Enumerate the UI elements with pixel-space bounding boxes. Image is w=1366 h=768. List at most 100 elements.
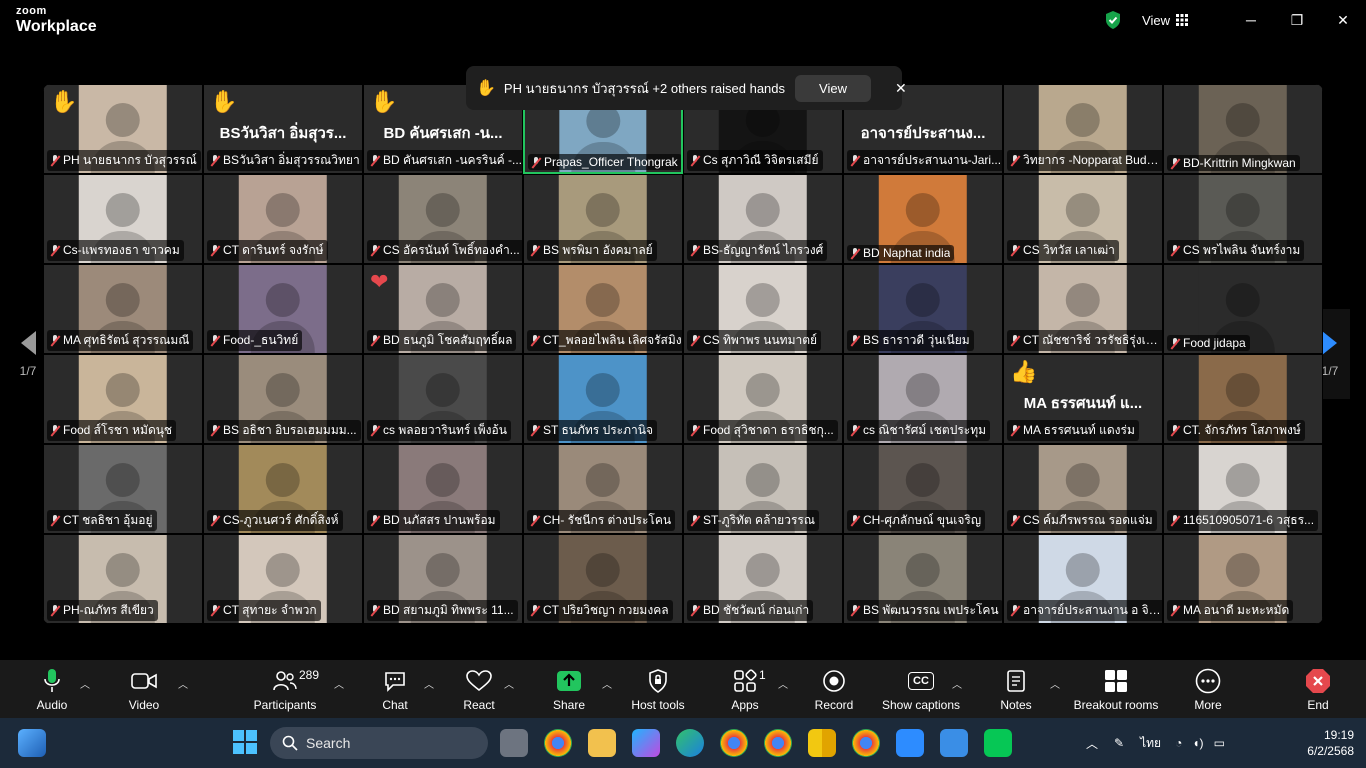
end-meeting-button[interactable]: End [1300,668,1336,712]
participant-tile[interactable]: CH-ศุภลักษณ์ ขุนเจริญ [843,444,1003,534]
raised-hands-view-button[interactable]: View [795,74,871,102]
participants-options-caret[interactable]: ︿ [334,676,344,691]
participants-button[interactable]: 289 Participants [254,668,319,712]
participant-tile[interactable]: BD นภัสสร ปานพร้อม [363,444,523,534]
react-button[interactable]: React [462,668,496,712]
participant-tile[interactable]: PH-ณภัทร สีเขียว [43,534,203,624]
participant-tile[interactable]: CT. จักรภัทร โสภาพงษ์ [1163,354,1323,444]
participant-tile[interactable]: BS อธิชา อิบรอเฮมมมม... [203,354,363,444]
participant-tile[interactable]: BS พรพิมา อังคมาลย์ [523,174,683,264]
chrome-profile-3-icon[interactable] [764,729,792,757]
participant-tile[interactable]: CS ค์มภีรพรรณ รอดแจ่ม [1003,444,1163,534]
zoom-app-icon[interactable] [896,729,924,757]
language-indicator[interactable]: ไทย [1140,734,1161,753]
file-explorer-icon[interactable] [588,729,616,757]
captions-button[interactable]: CC Show captions [880,668,962,712]
share-options-caret[interactable]: ︿ [602,676,612,691]
chrome-icon[interactable] [544,729,572,757]
edge-icon[interactable] [676,729,704,757]
captions-options-caret[interactable]: ︿ [952,676,962,691]
battery-icon[interactable]: ▭ [1214,736,1225,750]
participant-tile[interactable]: CS-ภูวเนศวร์ ศักดิ์สิงห์ [203,444,363,534]
participant-tile[interactable]: CT ชลธิชา อุ้มอยู่ [43,444,203,534]
share-button[interactable]: Share [552,668,586,712]
host-tools-button[interactable]: Host tools [626,668,690,712]
participant-tile[interactable]: MA อนาดี มะหะหมัด [1163,534,1323,624]
search-placeholder: Search [306,735,351,751]
participant-tile[interactable]: BD Naphat india [843,174,1003,264]
participant-tile[interactable]: CT สุทายะ จำพวก [203,534,363,624]
participant-tile[interactable]: วิทยากร -Nopparat Budd... [1003,84,1163,174]
participant-tile[interactable]: CS วิทวัส เลาเฒ่า [1003,174,1163,264]
widgets-icon[interactable] [18,729,46,757]
chat-options-caret[interactable]: ︿ [424,676,434,691]
participant-tile[interactable]: 116510905071-6 วสุธร... [1163,444,1323,534]
participant-tile[interactable]: Food ส์โรชา หมัดนุช [43,354,203,444]
chrome-profile-4-icon[interactable] [852,729,880,757]
copilot-icon[interactable] [632,729,660,757]
volume-icon[interactable]: ◖) [1192,736,1203,750]
record-button[interactable]: Record [812,668,856,712]
chat-button[interactable]: Chat [378,668,412,712]
banner-close-icon[interactable]: ✕ [895,80,907,97]
participant-tile[interactable]: CS อัครนันท์ โพธิ์ทองคำ... [363,174,523,264]
breakout-rooms-button[interactable]: Breakout rooms [1074,668,1158,712]
notes-options-caret[interactable]: ︿ [1050,676,1060,691]
participant-tile[interactable]: CS ทิพาพร นนทมาตย์ [683,264,843,354]
view-layout-button[interactable]: View [1142,13,1188,28]
participant-tile[interactable]: ST-ภูริทัต คล้ายวรรณ [683,444,843,534]
chrome-profile-2-icon[interactable] [720,729,748,757]
task-view-icon[interactable] [500,729,528,757]
participant-tile[interactable]: ST ธนภัทร ประภานิจ [523,354,683,444]
wifi-icon[interactable]: ◔ [1175,736,1182,750]
participant-tile[interactable]: CT ปริยวิชญา กวยมงคล [523,534,683,624]
windows-start-icon[interactable] [232,729,260,757]
minimize-button[interactable]: ─ [1228,0,1274,40]
encryption-shield-icon[interactable] [1104,10,1122,30]
input-indicator-icon[interactable]: ✎ [1114,736,1124,750]
participant-tile[interactable]: ❤ BD ธนภูมิ โชคสัมฤทธิ์ผล [363,264,523,354]
participant-tile[interactable]: CS พรไพลิน จันทร์งาม [1163,174,1323,264]
participant-tile[interactable]: cs พลอยวารินทร์ เพ็งอ้น [363,354,523,444]
participant-tile[interactable]: BS พัฒนวรรณ เพประโคน [843,534,1003,624]
participant-tile[interactable]: BD-Krittrin Mingkwan [1163,84,1323,174]
participant-tile[interactable]: Food jidapa [1163,264,1323,354]
line-app-icon[interactable] [984,729,1012,757]
participant-tile[interactable]: cs ณิชารัศม์ เชตประทุม [843,354,1003,444]
apps-button[interactable]: 1 Apps [728,668,765,712]
participant-name: 116510905071-6 วสุธร... [1183,513,1315,527]
apps-options-caret[interactable]: ︿ [778,676,788,691]
video-options-caret[interactable]: ︿ [178,676,188,691]
video-button[interactable]: Video [126,668,162,712]
restore-button[interactable]: ❐ [1274,0,1320,40]
prev-page-button[interactable]: 1/7 [8,309,48,399]
taskbar-clock[interactable]: 19:19 6/2/2568 [1307,727,1354,759]
participant-tile[interactable]: MA ศุทธิรัตน์ สุวรรณมณี [43,264,203,354]
participant-tile[interactable]: ✋ PH นายธนากร บัวสุวรรณ์ [43,84,203,174]
participant-name-bar: CT ณัชชาริช์ วรรัชธิรุ่งเจ... [1007,330,1162,351]
notes-button[interactable]: Notes [998,668,1034,712]
participant-tile[interactable]: CH- รัชนีกร ต่างประโคน [523,444,683,534]
audio-button[interactable]: Audio [34,668,70,712]
participant-tile[interactable]: MA ธรรศนนท์ แ... 👍 MA ธรรศนนท์ แดงร่ม [1003,354,1163,444]
participant-tile[interactable]: BS-ธัญญารัตน์ ไกรวงศ์ [683,174,843,264]
power-bi-icon[interactable] [808,729,836,757]
participant-tile[interactable]: CT ดารินทร์ จงรักษ์ [203,174,363,264]
audio-options-caret[interactable]: ︿ [80,676,90,691]
more-button[interactable]: More [1190,668,1226,712]
participant-tile[interactable]: BS ธาราวดี วุ่นเนียม [843,264,1003,354]
react-options-caret[interactable]: ︿ [504,676,514,691]
participant-tile[interactable]: BD สยามภูมิ ทิพพระ 11... [363,534,523,624]
close-window-button[interactable]: ✕ [1320,0,1366,40]
participant-tile[interactable]: Food สุวิชาดา ธราธิชกุ... [683,354,843,444]
participant-tile[interactable]: อาจารย์ประสานงาน อ จิร... [1003,534,1163,624]
participant-tile[interactable]: Cs-แพรทองธา ขาวคม [43,174,203,264]
participant-tile[interactable]: CT ณัชชาริช์ วรรัชธิรุ่งเจ... [1003,264,1163,354]
taskbar-search[interactable]: Search [270,727,488,759]
participant-tile[interactable]: CT_พลอยไพลิน เลิศจรัสมิง [523,264,683,354]
participant-tile[interactable]: Food-_ธนวิทย์ [203,264,363,354]
participant-tile[interactable]: BSวันวิสา อิ่มสุวร... ✋ BSวันวิสา อิ่มสุวร… [203,84,363,174]
participant-tile[interactable]: BD ชัชวัฒน์ ก่อนเก่า [683,534,843,624]
notepad-icon[interactable] [940,729,968,757]
tray-expand-icon[interactable]: ︿ [1086,735,1098,752]
